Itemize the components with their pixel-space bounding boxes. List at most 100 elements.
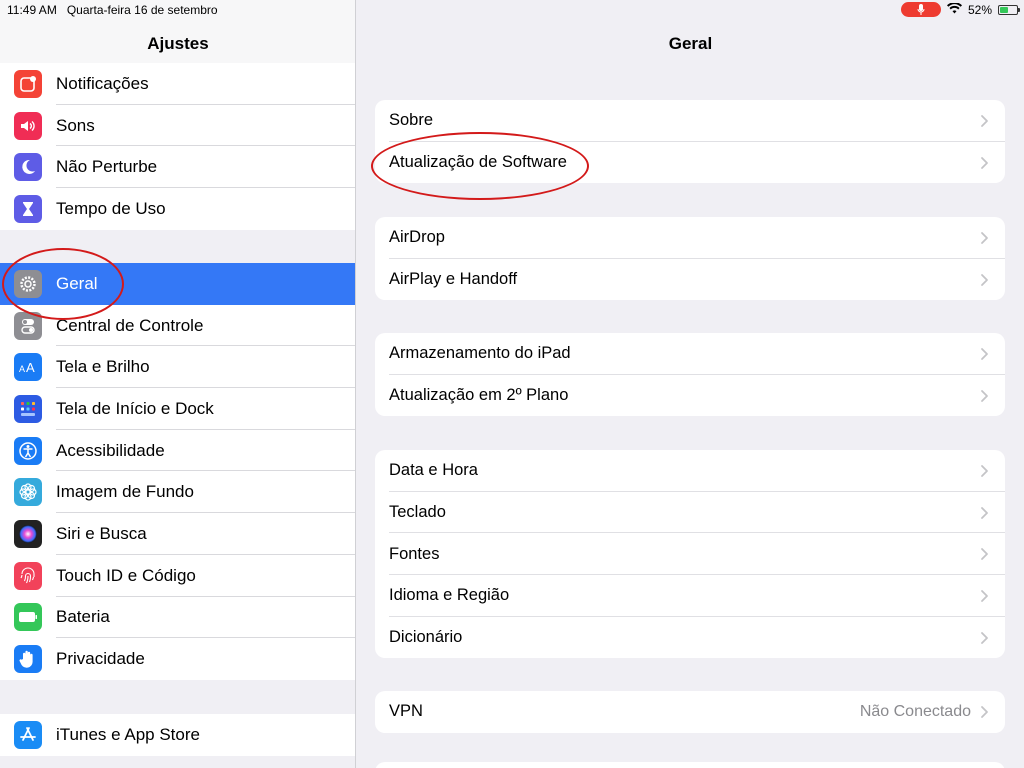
sidebar-item-label: Acessibilidade <box>56 440 165 460</box>
sidebar-item-touch-id-e-codigo[interactable]: Touch ID e Código <box>0 555 355 597</box>
settings-row-label: Data e Hora <box>389 461 478 480</box>
sounds-icon <box>14 111 42 140</box>
settings-row-label: Atualização em 2º Plano <box>389 386 569 405</box>
battery-icon <box>14 603 42 632</box>
settings-card: VPN Não Conectado <box>375 691 1005 733</box>
svg-text:A: A <box>26 360 35 375</box>
status-bar: 11:49 AM Quarta-feira 16 de setembro 52% <box>0 0 1024 20</box>
settings-row-label: Atualização de Software <box>389 153 567 172</box>
settings-sidebar: Ajustes Notificações Sons Não Perturbe Temp… <box>0 0 356 768</box>
settings-row-armazenamento-do-ipad[interactable]: Armazenamento do iPad <box>375 333 1005 375</box>
settings-row-label: Sobre <box>389 111 434 130</box>
sidebar-item-bateria[interactable]: Bateria <box>0 597 355 639</box>
settings-row-teclado[interactable]: Teclado <box>375 492 1005 534</box>
settings-row-atualizacao-de-software[interactable]: Atualização de Software <box>375 142 1005 184</box>
chevron-right-icon <box>981 273 988 286</box>
settings-row-label: AirDrop <box>389 228 445 247</box>
sidebar-item-label: Sons <box>56 115 95 135</box>
settings-card: Sobre Atualização de Software <box>375 100 1005 184</box>
accessibility-icon <box>14 436 42 465</box>
gear-icon <box>14 269 42 298</box>
chevron-right-icon <box>981 465 988 477</box>
sidebar-item-label: Não Perturbe <box>56 157 158 177</box>
general-settings-pane: Geral Sobre Atualização de Software AirDr… <box>357 0 1024 768</box>
microphone-icon <box>900 2 941 17</box>
chevron-right-icon <box>981 590 988 602</box>
settings-row-sobre[interactable]: Sobre <box>375 100 1005 142</box>
sidebar-item-imagem-de-fundo[interactable]: Imagem de Fundo <box>0 471 355 514</box>
chevron-right-icon <box>981 631 988 644</box>
sidebar-item-sons[interactable]: Sons <box>0 105 355 147</box>
sidebar-item-itunes-e-app-store[interactable]: iTunes e App Store <box>0 714 355 756</box>
sidebar-item-label: Privacidade <box>56 649 145 669</box>
moon-icon <box>14 153 42 182</box>
chevron-right-icon <box>981 506 988 519</box>
sidebar-item-nao-perturbe[interactable]: Não Perturbe <box>0 146 355 189</box>
svg-text:A: A <box>19 364 25 374</box>
settings-row-label: VPN <box>389 702 423 721</box>
hourglass-icon <box>14 194 42 223</box>
app-store-icon <box>14 720 42 749</box>
sidebar-item-central-de-controle[interactable]: Central de Controle <box>0 305 355 347</box>
chevron-right-icon <box>981 156 988 169</box>
chevron-right-icon <box>981 232 988 244</box>
settings-row-fontes[interactable]: Fontes <box>375 533 1005 576</box>
settings-row-label: AirPlay e Handoff <box>389 270 518 289</box>
settings-card: AirDrop AirPlay e Handoff <box>375 217 1005 301</box>
settings-row-airplay-e-handoff[interactable]: AirPlay e Handoff <box>375 259 1005 301</box>
sidebar-item-notificacoes[interactable]: Notificações <box>0 63 355 105</box>
sidebar-item-label: Notificações <box>56 73 149 93</box>
text-size-icon: AA <box>14 353 42 382</box>
page-title: Geral <box>668 34 713 53</box>
chevron-right-icon <box>981 706 988 718</box>
sidebar-item-label: Tela de Início e Dock <box>56 398 214 418</box>
sidebar-item-acessibilidade[interactable]: Acessibilidade <box>0 430 355 472</box>
notifications-icon <box>14 69 42 98</box>
settings-row-label: Dicionário <box>389 628 463 647</box>
home-grid-icon <box>14 394 42 423</box>
settings-card-partial <box>375 762 1005 768</box>
chevron-right-icon <box>981 115 988 127</box>
chevron-right-icon <box>981 389 988 402</box>
settings-row-label: Fontes <box>389 544 440 563</box>
sidebar-item-label: Bateria <box>56 607 110 627</box>
settings-row-data-e-hora[interactable]: Data e Hora <box>375 450 1005 492</box>
sidebar-item-siri-e-busca[interactable]: Siri e Busca <box>0 513 355 555</box>
sidebar-item-privacidade[interactable]: Privacidade <box>0 638 355 680</box>
sidebar-item-label: iTunes e App Store <box>56 724 200 744</box>
battery-indicator-icon <box>998 4 1020 15</box>
battery-percent: 52% <box>967 2 992 17</box>
status-date: Quarta-feira 16 de setembro <box>66 3 218 17</box>
sidebar-title: Ajustes <box>147 34 209 53</box>
settings-row-dicionario[interactable]: Dicionário <box>375 617 1005 659</box>
fingerprint-icon <box>14 561 42 590</box>
sidebar-item-tela-e-brilho[interactable]: A A Tela e Brilho <box>0 346 355 389</box>
sidebar-item-label: Imagem de Fundo <box>56 482 194 502</box>
settings-row-value: Não Conectado <box>859 702 971 720</box>
flower-icon <box>14 478 42 507</box>
settings-row-label: Teclado <box>389 503 446 522</box>
settings-card: Armazenamento do iPad Atualização em 2º P… <box>375 333 1005 417</box>
sidebar-item-label: Tela e Brilho <box>56 357 150 377</box>
toggles-icon <box>14 311 42 340</box>
sidebar-item-label: Geral <box>56 273 98 293</box>
settings-row-atualizacao-em-2-plano[interactable]: Atualização em 2º Plano <box>375 375 1005 417</box>
sidebar-item-label: Tempo de Uso <box>56 198 166 218</box>
settings-card: Data e Hora Teclado Fontes Idioma e Região D… <box>375 450 1005 659</box>
chevron-right-icon <box>981 348 988 360</box>
wifi-icon <box>946 1 962 17</box>
settings-row-idioma-e-regiao[interactable]: Idioma e Região <box>375 575 1005 617</box>
chevron-right-icon <box>981 548 988 561</box>
sidebar-item-label: Siri e Busca <box>56 523 147 543</box>
settings-row-vpn[interactable]: VPN Não Conectado <box>375 691 1005 733</box>
settings-row-label: Armazenamento do iPad <box>389 344 571 363</box>
sidebar-item-geral[interactable]: Geral <box>0 263 355 305</box>
sidebar-item-tempo-de-uso[interactable]: Tempo de Uso <box>0 188 355 230</box>
sidebar-item-tela-de-inicio-e-dock[interactable]: Tela de Início e Dock <box>0 388 355 430</box>
sidebar-item-label: Touch ID e Código <box>56 565 196 585</box>
sidebar-group-2: Geral Central de Controle A A Tela e Brilho T… <box>0 263 355 680</box>
settings-row-label: Idioma e Região <box>389 586 510 605</box>
sidebar-item-label: Central de Controle <box>56 315 204 335</box>
settings-row-airdrop[interactable]: AirDrop <box>375 217 1005 259</box>
sidebar-group-1: Notificações Sons Não Perturbe Tempo de Uso <box>0 63 355 230</box>
